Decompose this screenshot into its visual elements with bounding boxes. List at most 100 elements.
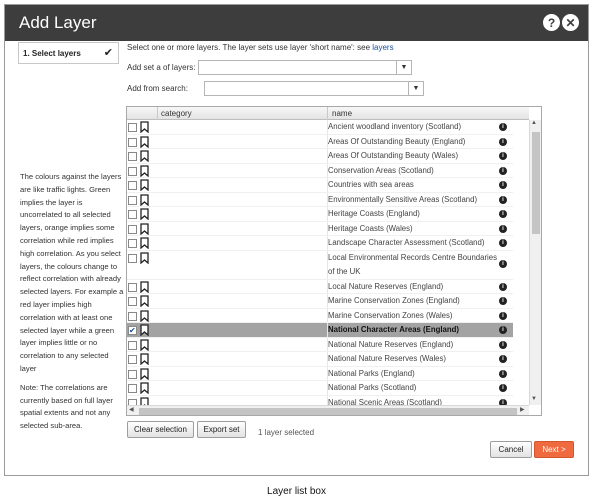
table-row[interactable]: ✔ National Character Areas (England) i [127, 323, 513, 338]
search-input[interactable]: ▼ [204, 81, 424, 96]
table-row[interactable]: Local Environmental Records Centre Bound… [127, 250, 513, 280]
row-checkbox[interactable] [128, 297, 137, 306]
table-row[interactable]: Countries with sea areas i [127, 178, 513, 193]
row-checkbox[interactable] [128, 340, 137, 350]
table-row[interactable]: Heritage Coasts (England) i [127, 207, 513, 222]
bookmark-icon[interactable] [139, 280, 151, 293]
cancel-button[interactable]: Cancel [490, 441, 532, 458]
row-checkbox[interactable] [128, 166, 137, 176]
info-icon[interactable]: i [499, 123, 507, 131]
info-icon[interactable]: i [499, 152, 507, 160]
row-checkbox[interactable] [128, 282, 137, 292]
bookmark-icon[interactable] [139, 208, 151, 220]
scrollbar-thumb[interactable] [532, 132, 540, 234]
row-checkbox[interactable] [128, 210, 137, 219]
intro-text: Select one or more layers. The layer set… [127, 43, 394, 52]
table-row[interactable]: Environmentally Sensitive Areas (Scotlan… [127, 192, 513, 207]
info-icon[interactable]: i [499, 137, 507, 146]
table-row[interactable]: Areas Of Outstanding Beauty (Wales) i [127, 149, 513, 164]
info-icon[interactable]: i [499, 297, 507, 305]
bookmark-icon[interactable] [139, 121, 151, 133]
row-checkbox[interactable] [128, 239, 137, 248]
export-set-button[interactable]: Export set [197, 421, 246, 438]
row-checkbox[interactable] [128, 369, 137, 379]
bookmark-icon[interactable] [139, 295, 151, 307]
info-icon[interactable]: i [499, 239, 507, 247]
bookmark-icon[interactable] [139, 251, 151, 264]
table-row[interactable]: Landscape Character Assessment (Scotland… [127, 236, 513, 251]
info-icon[interactable]: i [499, 195, 507, 204]
info-icon[interactable]: i [499, 369, 507, 378]
info-icon[interactable]: i [499, 224, 507, 233]
table-row[interactable]: National Nature Reserves (England) i [127, 337, 513, 352]
table-row[interactable]: Heritage Coasts (Wales) i [127, 221, 513, 236]
bookmark-icon[interactable] [139, 222, 151, 235]
bookmark-icon[interactable] [139, 367, 151, 380]
bookmark-icon[interactable] [139, 382, 151, 394]
row-checkbox[interactable]: ✔ [128, 326, 137, 335]
bookmark-icon[interactable] [139, 324, 151, 336]
bookmark-icon[interactable] [139, 353, 151, 365]
scrollbar-thumb[interactable] [139, 408, 517, 415]
table-row[interactable]: Ancient woodland inventory (Scotland) i [127, 120, 513, 135]
scroll-up-icon[interactable]: ▲ [531, 120, 537, 126]
info-icon[interactable]: i [499, 311, 507, 320]
column-header-name[interactable]: name [332, 109, 352, 118]
row-checkbox[interactable] [128, 195, 137, 205]
row-checkbox[interactable] [128, 384, 137, 393]
row-checkbox[interactable] [128, 224, 137, 234]
info-icon[interactable]: i [499, 181, 507, 189]
layer-set-select[interactable]: ▼ [198, 60, 412, 75]
row-checkbox[interactable] [128, 253, 137, 263]
bookmark-icon[interactable] [139, 309, 151, 322]
scroll-left-icon[interactable]: ◀ [129, 406, 134, 413]
table-row[interactable]: National Nature Reserves (Wales) i [127, 352, 513, 367]
bookmark-icon[interactable] [139, 237, 151, 249]
next-button[interactable]: Next > [534, 441, 574, 458]
row-name: Areas Of Outstanding Beauty (England) [328, 136, 466, 146]
chevron-down-icon[interactable]: ▼ [396, 61, 411, 74]
row-checkbox[interactable] [128, 123, 137, 132]
row-checkbox[interactable] [128, 181, 137, 190]
info-icon[interactable]: i [499, 384, 507, 392]
table-row[interactable]: Marine Conservation Zones (England) i [127, 294, 513, 309]
table-row[interactable]: Local Nature Reserves (England) i [127, 279, 513, 294]
chevron-down-icon[interactable]: ▼ [408, 82, 423, 95]
bookmark-icon[interactable] [139, 164, 151, 177]
table-row[interactable]: Areas Of Outstanding Beauty (England) i [127, 134, 513, 149]
scroll-down-icon[interactable]: ▼ [531, 396, 537, 402]
info-icon[interactable]: i [499, 326, 507, 334]
close-icon[interactable]: ✕ [562, 14, 579, 31]
vertical-scrollbar[interactable]: ▲ ▼ [529, 120, 541, 405]
layers-link[interactable]: layers [372, 43, 393, 52]
table-row[interactable]: National Parks (England) i [127, 366, 513, 381]
help-icon[interactable]: ? [543, 14, 560, 31]
info-icon[interactable]: i [499, 340, 507, 349]
info-icon[interactable]: i [499, 210, 507, 218]
info-icon[interactable]: i [499, 355, 507, 363]
row-checkbox[interactable] [128, 152, 137, 161]
row-name: Environmentally Sensitive Areas (Scotlan… [328, 194, 478, 204]
bookmark-icon[interactable] [139, 338, 151, 351]
info-icon[interactable]: i [499, 166, 507, 175]
clear-selection-button[interactable]: Clear selection [127, 421, 194, 438]
table-row[interactable]: National Parks (Scotland) i [127, 381, 513, 396]
step-label: 1. Select layers [23, 49, 81, 58]
horizontal-scrollbar[interactable]: ◀ ▶ [127, 405, 529, 415]
table-row[interactable]: Marine Conservation Zones (Wales) i [127, 308, 513, 323]
bookmark-icon[interactable] [139, 179, 151, 191]
row-checkbox[interactable] [128, 137, 137, 147]
bookmark-icon[interactable] [139, 150, 151, 162]
table-row[interactable]: Conservation Areas (Scotland) i [127, 163, 513, 178]
info-icon[interactable]: i [499, 282, 507, 291]
info-icon[interactable]: i [499, 259, 507, 268]
column-header-category[interactable]: category [161, 109, 192, 118]
bookmark-icon[interactable] [139, 193, 151, 206]
row-name: National Parks (England) [328, 368, 415, 378]
row-checkbox[interactable] [128, 355, 137, 364]
step-select-layers[interactable]: 1. Select layers ✔ [18, 42, 119, 64]
scroll-right-icon[interactable]: ▶ [520, 406, 525, 413]
help-paragraph-colours: The colours against the layers are like … [20, 172, 124, 373]
row-checkbox[interactable] [128, 311, 137, 321]
bookmark-icon[interactable] [139, 135, 151, 148]
